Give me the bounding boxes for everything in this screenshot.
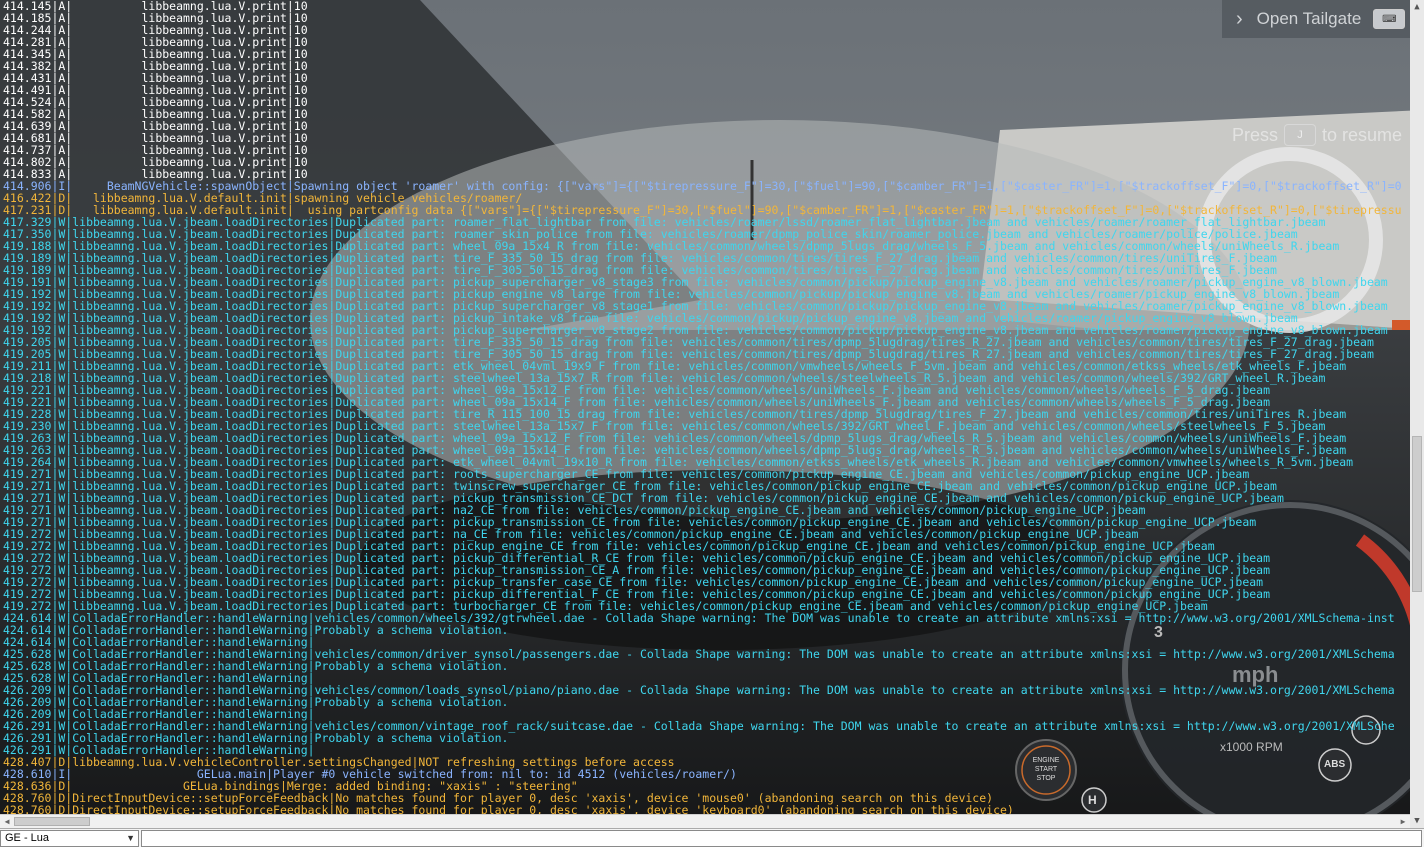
keyboard-key-icon: ⌨: [1373, 9, 1406, 29]
resume-prompt: Press J to resume: [1232, 124, 1402, 146]
resume-press-text: Press: [1232, 124, 1279, 145]
console-vertical-scrollbar[interactable]: ▲ ▼: [1410, 0, 1424, 828]
console-input-bar: GE - Lua ▼: [0, 828, 1424, 847]
console-line: 428.760|D|DirectInputDevice::setupForceF…: [3, 803, 1014, 814]
context-select[interactable]: GE - Lua ▼: [0, 830, 139, 847]
scroll-up-arrow-icon[interactable]: ▲: [1410, 0, 1424, 14]
open-tailgate-prompt[interactable]: › Open Tailgate ⌨: [1222, 0, 1424, 38]
horizontal-scroll-thumb[interactable]: [14, 817, 90, 826]
context-select-value: GE - Lua: [5, 832, 50, 844]
scroll-left-arrow-icon[interactable]: ◀: [0, 815, 14, 828]
console-log-output[interactable]: 414.145|A| libbeamng.lua.V.print|10 414.1…: [0, 0, 1410, 814]
chevron-right-icon: ›: [1236, 7, 1243, 30]
vertical-scroll-thumb[interactable]: [1412, 436, 1422, 592]
console-horizontal-scrollbar[interactable]: ◀ ▶: [0, 814, 1410, 828]
tailgate-label: Open Tailgate: [1256, 9, 1362, 28]
chevron-down-icon: ▼: [126, 833, 135, 843]
keyboard-key-j: J: [1284, 124, 1317, 146]
scroll-right-arrow-icon[interactable]: ▶: [1396, 815, 1410, 828]
command-input[interactable]: [141, 830, 1422, 847]
scroll-down-arrow-icon[interactable]: ▼: [1410, 814, 1424, 828]
resume-text: to resume: [1322, 124, 1403, 145]
